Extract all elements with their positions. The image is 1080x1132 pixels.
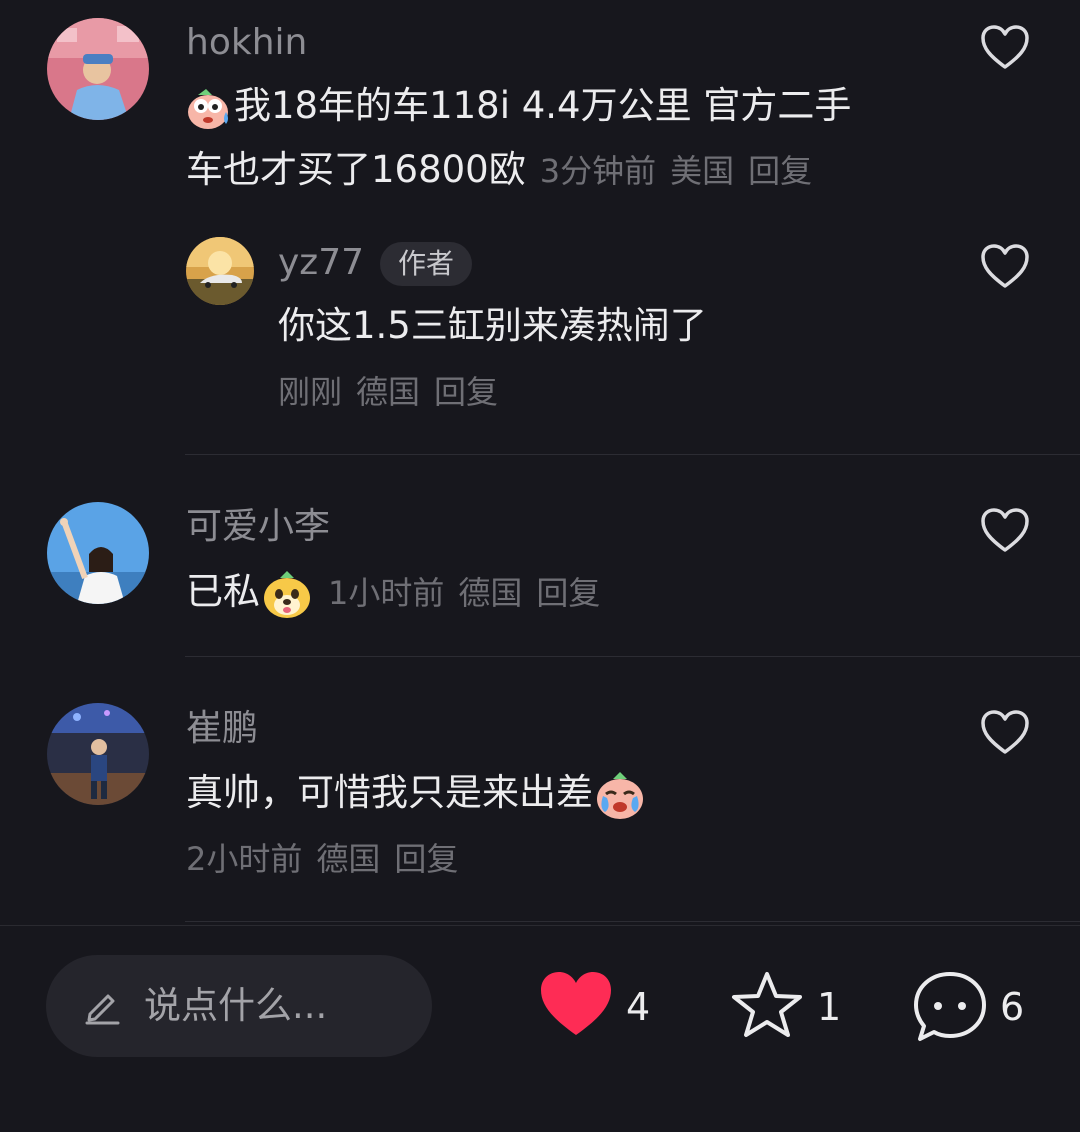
avatar[interactable]	[47, 703, 149, 805]
avatar[interactable]	[47, 502, 149, 604]
dog-face-emoji-icon	[264, 570, 310, 618]
favorite-button[interactable]: 1	[729, 969, 849, 1045]
heart-outline-icon[interactable]	[980, 709, 1030, 755]
comment-meta: 2小时前 德国 回复	[186, 837, 472, 881]
comment-text: 真帅，可惜我只是来出差	[186, 761, 647, 825]
reply-username-text[interactable]: yz77	[278, 242, 364, 283]
comment-text-line: 真帅，可惜我只是来出差	[186, 771, 593, 814]
heart-outline-icon[interactable]	[980, 243, 1030, 289]
comment-text: 我18年的车118i 4.4万公里 官方二手 车也才买了16800欧 3分钟前 美国…	[186, 74, 976, 203]
input-placeholder: 说点什么...	[144, 984, 328, 1027]
crying-face-emoji-icon	[597, 771, 643, 819]
like-button[interactable]: 4	[538, 969, 658, 1045]
reply-meta: 刚刚 德国 回复	[278, 370, 512, 414]
heart-outline-icon[interactable]	[980, 24, 1030, 70]
reply-location: 德国	[356, 373, 421, 411]
sweating-face-emoji-icon	[188, 88, 228, 129]
like-count: 4	[626, 985, 651, 1029]
comment-time: 2小时前	[186, 840, 303, 878]
comment-text-line: 车也才买了16800欧	[186, 148, 526, 191]
comment-username[interactable]: 崔鹏	[186, 707, 258, 751]
reply-button[interactable]: 回复	[748, 152, 812, 190]
comment-text-line: 已私	[186, 570, 260, 613]
comment-username[interactable]: 可爱小李	[186, 505, 330, 549]
reply-username: yz77 作者	[278, 241, 473, 286]
comments-screen: hokhin 我18年的车118i 4.4万公里 官方二手 车也才买了16800…	[0, 0, 1080, 1132]
comment-button[interactable]: 6	[912, 969, 1042, 1045]
avatar[interactable]	[47, 18, 149, 120]
reply-time: 刚刚	[278, 373, 343, 411]
author-badge: 作者	[380, 242, 473, 286]
comment-location: 德国	[458, 574, 523, 612]
comment-location: 美国	[670, 152, 735, 190]
comment-time: 3分钟前	[539, 152, 657, 190]
reply-button[interactable]: 回复	[394, 840, 458, 878]
comment-text: 已私 1小时前 德国 回复	[186, 560, 614, 625]
pencil-icon	[85, 994, 120, 1025]
comment-meta: 1小时前 德国 回复	[328, 574, 614, 612]
divider	[185, 454, 1080, 455]
comment-input[interactable]: 说点什么...	[46, 955, 432, 1057]
comment-time: 1小时前	[328, 574, 445, 612]
comment-text-line: 我18年的车118i 4.4万公里 官方二手	[234, 84, 852, 127]
comment-count: 6	[1000, 985, 1025, 1029]
comment-username[interactable]: hokhin	[186, 21, 307, 65]
divider	[185, 656, 1080, 657]
reply-text: 你这1.5三缸别来凑热闹了	[278, 304, 707, 347]
bottom-action-bar: 说点什么... 4 1 6	[0, 925, 1080, 1132]
comment-location: 德国	[316, 840, 381, 878]
comment-meta: 3分钟前 美国 回复	[540, 152, 826, 190]
divider	[185, 921, 1080, 922]
reply-button[interactable]: 回复	[434, 373, 498, 411]
reply-button[interactable]: 回复	[536, 574, 600, 612]
avatar[interactable]	[186, 237, 254, 305]
heart-outline-icon[interactable]	[980, 507, 1030, 553]
speech-bubble-icon	[914, 972, 986, 1041]
star-icon	[732, 972, 802, 1037]
heart-filled-icon	[541, 972, 611, 1035]
favorite-count: 1	[817, 985, 842, 1029]
